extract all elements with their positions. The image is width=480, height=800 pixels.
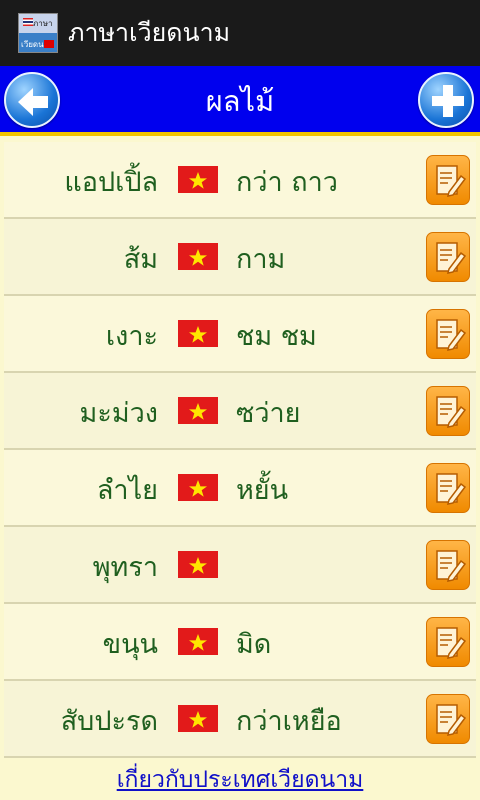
- edit-button[interactable]: [426, 309, 470, 359]
- vietnam-flag-icon: [178, 243, 218, 270]
- viet-word: ซว่าย: [236, 398, 301, 429]
- thai-word: ขนุน: [102, 629, 158, 660]
- title-bar: ภาษา เวียดนาม ภาษาเวียดนาม: [0, 0, 480, 66]
- edit-note-icon: [436, 473, 467, 505]
- edit-note-icon: [436, 242, 467, 274]
- about-vietnam-link[interactable]: เกี่ยวกับประเทศเวียดนาม: [0, 762, 480, 798]
- list-item[interactable]: ขนุน มิด: [4, 604, 476, 681]
- vietnam-flag-icon: [178, 320, 218, 347]
- edit-note-icon: [436, 396, 467, 428]
- edit-note-icon: [436, 319, 467, 351]
- edit-button[interactable]: [426, 232, 470, 282]
- arrow-left-icon: [18, 88, 48, 116]
- list-item[interactable]: สับปะรด กว่าเหยือ: [4, 681, 476, 758]
- edit-note-icon: [436, 165, 467, 197]
- edit-button[interactable]: [426, 694, 470, 744]
- thai-word: มะม่วง: [79, 398, 158, 429]
- thai-word: เงาะ: [105, 321, 158, 352]
- vietnam-flag-icon: [178, 551, 218, 578]
- viet-word: กว่าเหยือ: [236, 706, 342, 737]
- list-item[interactable]: เงาะ ชม ชม: [4, 296, 476, 373]
- thai-word: ลำไย: [96, 475, 158, 506]
- add-button[interactable]: [418, 72, 474, 128]
- viet-word: ชม ชม: [236, 321, 317, 352]
- list-item[interactable]: แอปเปิ้ล กว่า ถาว: [4, 142, 476, 219]
- vietnam-flag-icon: [178, 705, 218, 732]
- edit-button[interactable]: [426, 540, 470, 590]
- edit-note-icon: [436, 704, 467, 736]
- page-header: ผลไม้: [0, 66, 480, 136]
- edit-note-icon: [436, 627, 467, 659]
- vietnam-flag-icon: [178, 628, 218, 655]
- edit-button[interactable]: [426, 617, 470, 667]
- app-icon: ภาษา เวียดนาม: [18, 13, 58, 53]
- list-item[interactable]: ส้ม กาม: [4, 219, 476, 296]
- page-title: ผลไม้: [205, 84, 275, 118]
- viet-word: กาม: [236, 244, 286, 275]
- edit-button[interactable]: [426, 386, 470, 436]
- edit-button[interactable]: [426, 463, 470, 513]
- edit-note-icon: [436, 550, 467, 582]
- vietnam-flag-icon: [178, 397, 218, 424]
- list-item[interactable]: มะม่วง ซว่าย: [4, 373, 476, 450]
- app-icon-top-text: ภาษา: [33, 19, 53, 28]
- viet-word: มิด: [236, 629, 272, 660]
- app-title: ภาษาเวียดนาม: [68, 18, 231, 47]
- plus-icon: [432, 85, 464, 117]
- vietnam-flag-icon: [44, 40, 54, 48]
- thai-flag-icon: [23, 18, 33, 26]
- thai-word: พุทรา: [92, 552, 158, 583]
- thai-word: ส้ม: [123, 244, 158, 275]
- vietnam-flag-icon: [178, 166, 218, 193]
- edit-button[interactable]: [426, 155, 470, 205]
- list-item[interactable]: ลำไย หยั้น: [4, 450, 476, 527]
- list-item[interactable]: พุทรา: [4, 527, 476, 604]
- viet-word: หยั้น: [236, 475, 289, 506]
- back-button[interactable]: [4, 72, 60, 128]
- viet-word: กว่า ถาว: [236, 167, 338, 198]
- fruit-list: แอปเปิ้ล กว่า ถาว ส้ม กาม เงาะ ชม ชม มะม…: [4, 142, 476, 758]
- thai-word: แอปเปิ้ล: [64, 167, 158, 198]
- vietnam-flag-icon: [178, 474, 218, 501]
- thai-word: สับปะรด: [60, 706, 158, 737]
